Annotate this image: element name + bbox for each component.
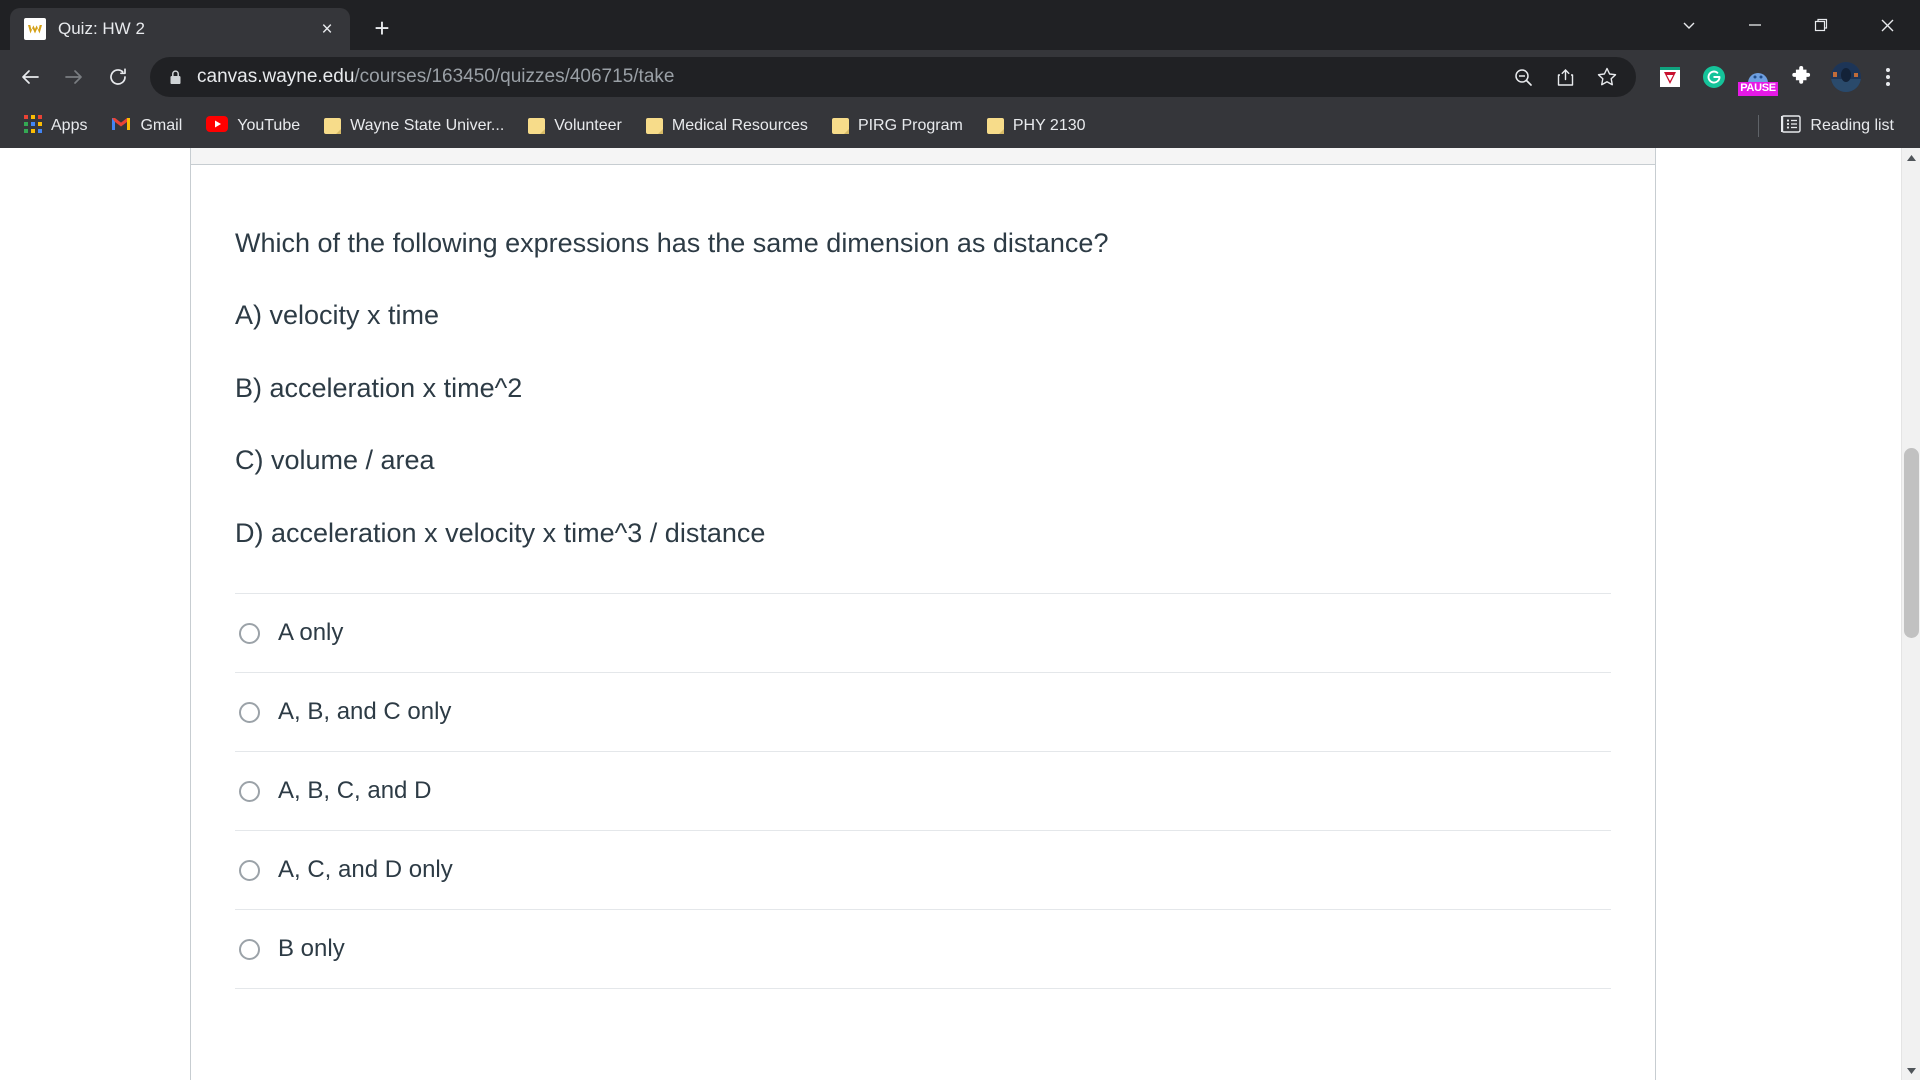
pause-badge: PAUSE [1738, 82, 1778, 96]
answer-choice-row[interactable]: A, C, and D only [235, 831, 1611, 911]
folder-icon [831, 118, 849, 134]
folder-icon [645, 118, 663, 134]
page-scrollbar[interactable] [1901, 148, 1920, 1080]
tab-strip: Quiz: HW 2 × + [0, 0, 400, 50]
bookmark-label: Medical Resources [671, 117, 808, 134]
bookmark-youtube[interactable]: YouTube [196, 110, 310, 142]
answer-choice-row[interactable]: A, B, and C only [235, 673, 1611, 753]
card-header-strip [191, 148, 1655, 165]
bookmark-label: Apps [51, 117, 88, 134]
tab-strip-bar: Quiz: HW 2 × + [0, 0, 1920, 50]
browser-window: Quiz: HW 2 × + canvas.wayne.edu/courses/… [0, 0, 1920, 1080]
pause-extension-icon[interactable]: PAUSE [1738, 57, 1778, 97]
question-prompt: Which of the following expressions has t… [235, 228, 1109, 258]
bookmark-label: PIRG Program [857, 117, 963, 134]
back-button[interactable] [8, 55, 52, 99]
reading-list-button[interactable]: Reading list [1771, 110, 1904, 142]
folder-icon [986, 118, 1004, 134]
bookmark-volunteer[interactable]: Volunteer [518, 110, 632, 142]
radio-button[interactable] [239, 622, 260, 644]
share-icon[interactable] [1544, 56, 1586, 98]
bookmark-label: Wayne State Univer... [350, 117, 505, 134]
folder-icon [324, 118, 342, 134]
bookmark-label: YouTube [237, 117, 301, 134]
grammarly-icon[interactable] [1694, 57, 1734, 97]
bookmark-gmail[interactable]: Gmail [101, 110, 192, 142]
radio-button[interactable] [239, 701, 260, 723]
page-scroll-area: Which of the following expressions has t… [0, 148, 1901, 1080]
browser-toolbar: canvas.wayne.edu/courses/163450/quizzes/… [0, 50, 1920, 104]
omnibox-actions [1502, 56, 1628, 98]
bookmark-pirg-program[interactable]: PIRG Program [822, 110, 973, 142]
bookmark-wayne-state-university[interactable]: Wayne State Univer... [314, 110, 514, 142]
reload-button[interactable] [96, 55, 140, 99]
scroll-up-arrow-icon[interactable] [1902, 148, 1920, 167]
zoom-out-icon[interactable] [1502, 56, 1544, 98]
chevron-down-icon[interactable] [1656, 0, 1722, 50]
radio-button[interactable] [239, 780, 260, 802]
expression-option-a: A) velocity x time [235, 300, 440, 331]
padlock-icon [168, 69, 183, 86]
gmail-icon [111, 116, 131, 137]
expression-option-c: C) volume / area [235, 445, 435, 476]
youtube-icon [206, 115, 229, 137]
answer-choice-label: A, B, and C only [278, 698, 452, 726]
answer-choice-row[interactable]: A, B, C, and D [235, 752, 1611, 832]
answer-choice-label: A, C, and D only [278, 856, 453, 884]
extensions-puzzle-icon[interactable] [1782, 57, 1822, 97]
bookmark-label: Volunteer [554, 117, 622, 134]
quiz-question-card: Which of the following expressions has t… [190, 148, 1656, 1080]
folder-icon [528, 118, 546, 134]
close-icon[interactable]: × [314, 16, 340, 42]
bookmark-apps[interactable]: Apps [14, 110, 97, 142]
chrome-menu-button[interactable] [1870, 57, 1906, 97]
radio-button[interactable] [239, 859, 260, 881]
maximize-restore-button[interactable] [1788, 0, 1854, 50]
tab-title: Quiz: HW 2 [58, 19, 145, 38]
answer-choice-label: A only [278, 619, 344, 647]
close-window-button[interactable] [1854, 0, 1920, 50]
extension-icons: PAUSE [1646, 57, 1906, 97]
page-viewport: Which of the following expressions has t… [0, 148, 1920, 1080]
radio-button[interactable] [239, 938, 260, 960]
bookmark-phy-2130[interactable]: PHY 2130 [977, 110, 1096, 142]
reading-list-icon [1781, 114, 1802, 138]
expression-option-d: D) acceleration x velocity x time^3 / di… [235, 517, 766, 548]
answer-choice-label: A, B, C, and D [278, 777, 432, 805]
bookmark-medical-resources[interactable]: Medical Resources [636, 110, 818, 142]
apps-grid-icon [24, 114, 42, 138]
toolbar-divider [1758, 115, 1760, 137]
reading-list-label: Reading list [1810, 117, 1894, 134]
page-left-edge-artifact [0, 393, 4, 408]
window-controls [1656, 0, 1920, 50]
mcafee-shield-icon[interactable] [1650, 57, 1690, 97]
answer-choice-row[interactable]: A only [235, 594, 1611, 674]
bookmark-label: PHY 2130 [1012, 117, 1086, 134]
profile-avatar[interactable] [1826, 57, 1866, 97]
quiz-question-body: Which of the following expressions has t… [191, 165, 1655, 990]
minimize-button[interactable] [1722, 0, 1788, 50]
new-tab-button[interactable]: + [364, 10, 400, 46]
answer-choice-row[interactable]: B only [235, 910, 1611, 990]
address-bar[interactable]: canvas.wayne.edu/courses/163450/quizzes/… [150, 57, 1636, 97]
bookmark-star-icon[interactable] [1586, 56, 1628, 98]
browser-tab-quiz-hw-2[interactable]: Quiz: HW 2 × [10, 8, 350, 50]
scrollbar-thumb[interactable] [1904, 448, 1919, 638]
url-path: /courses/163450/quizzes/406715/take [354, 66, 675, 87]
answer-choice-label: B only [278, 935, 345, 963]
bookmark-label: Gmail [140, 117, 183, 134]
url-host: canvas.wayne.edu [197, 66, 355, 87]
wayne-state-w-favicon [24, 18, 46, 40]
forward-button[interactable] [52, 55, 96, 99]
scroll-down-arrow-icon[interactable] [1902, 1061, 1920, 1080]
expression-option-b: B) acceleration x time^2 [235, 372, 523, 403]
answer-choices-list: A only A, B, and C only A, B, C, and D A… [235, 593, 1611, 990]
url-text: canvas.wayne.edu/courses/163450/quizzes/… [197, 66, 1502, 88]
bookmarks-bar: Apps Gmail YouTube Wayne State Univer...… [0, 104, 1920, 148]
